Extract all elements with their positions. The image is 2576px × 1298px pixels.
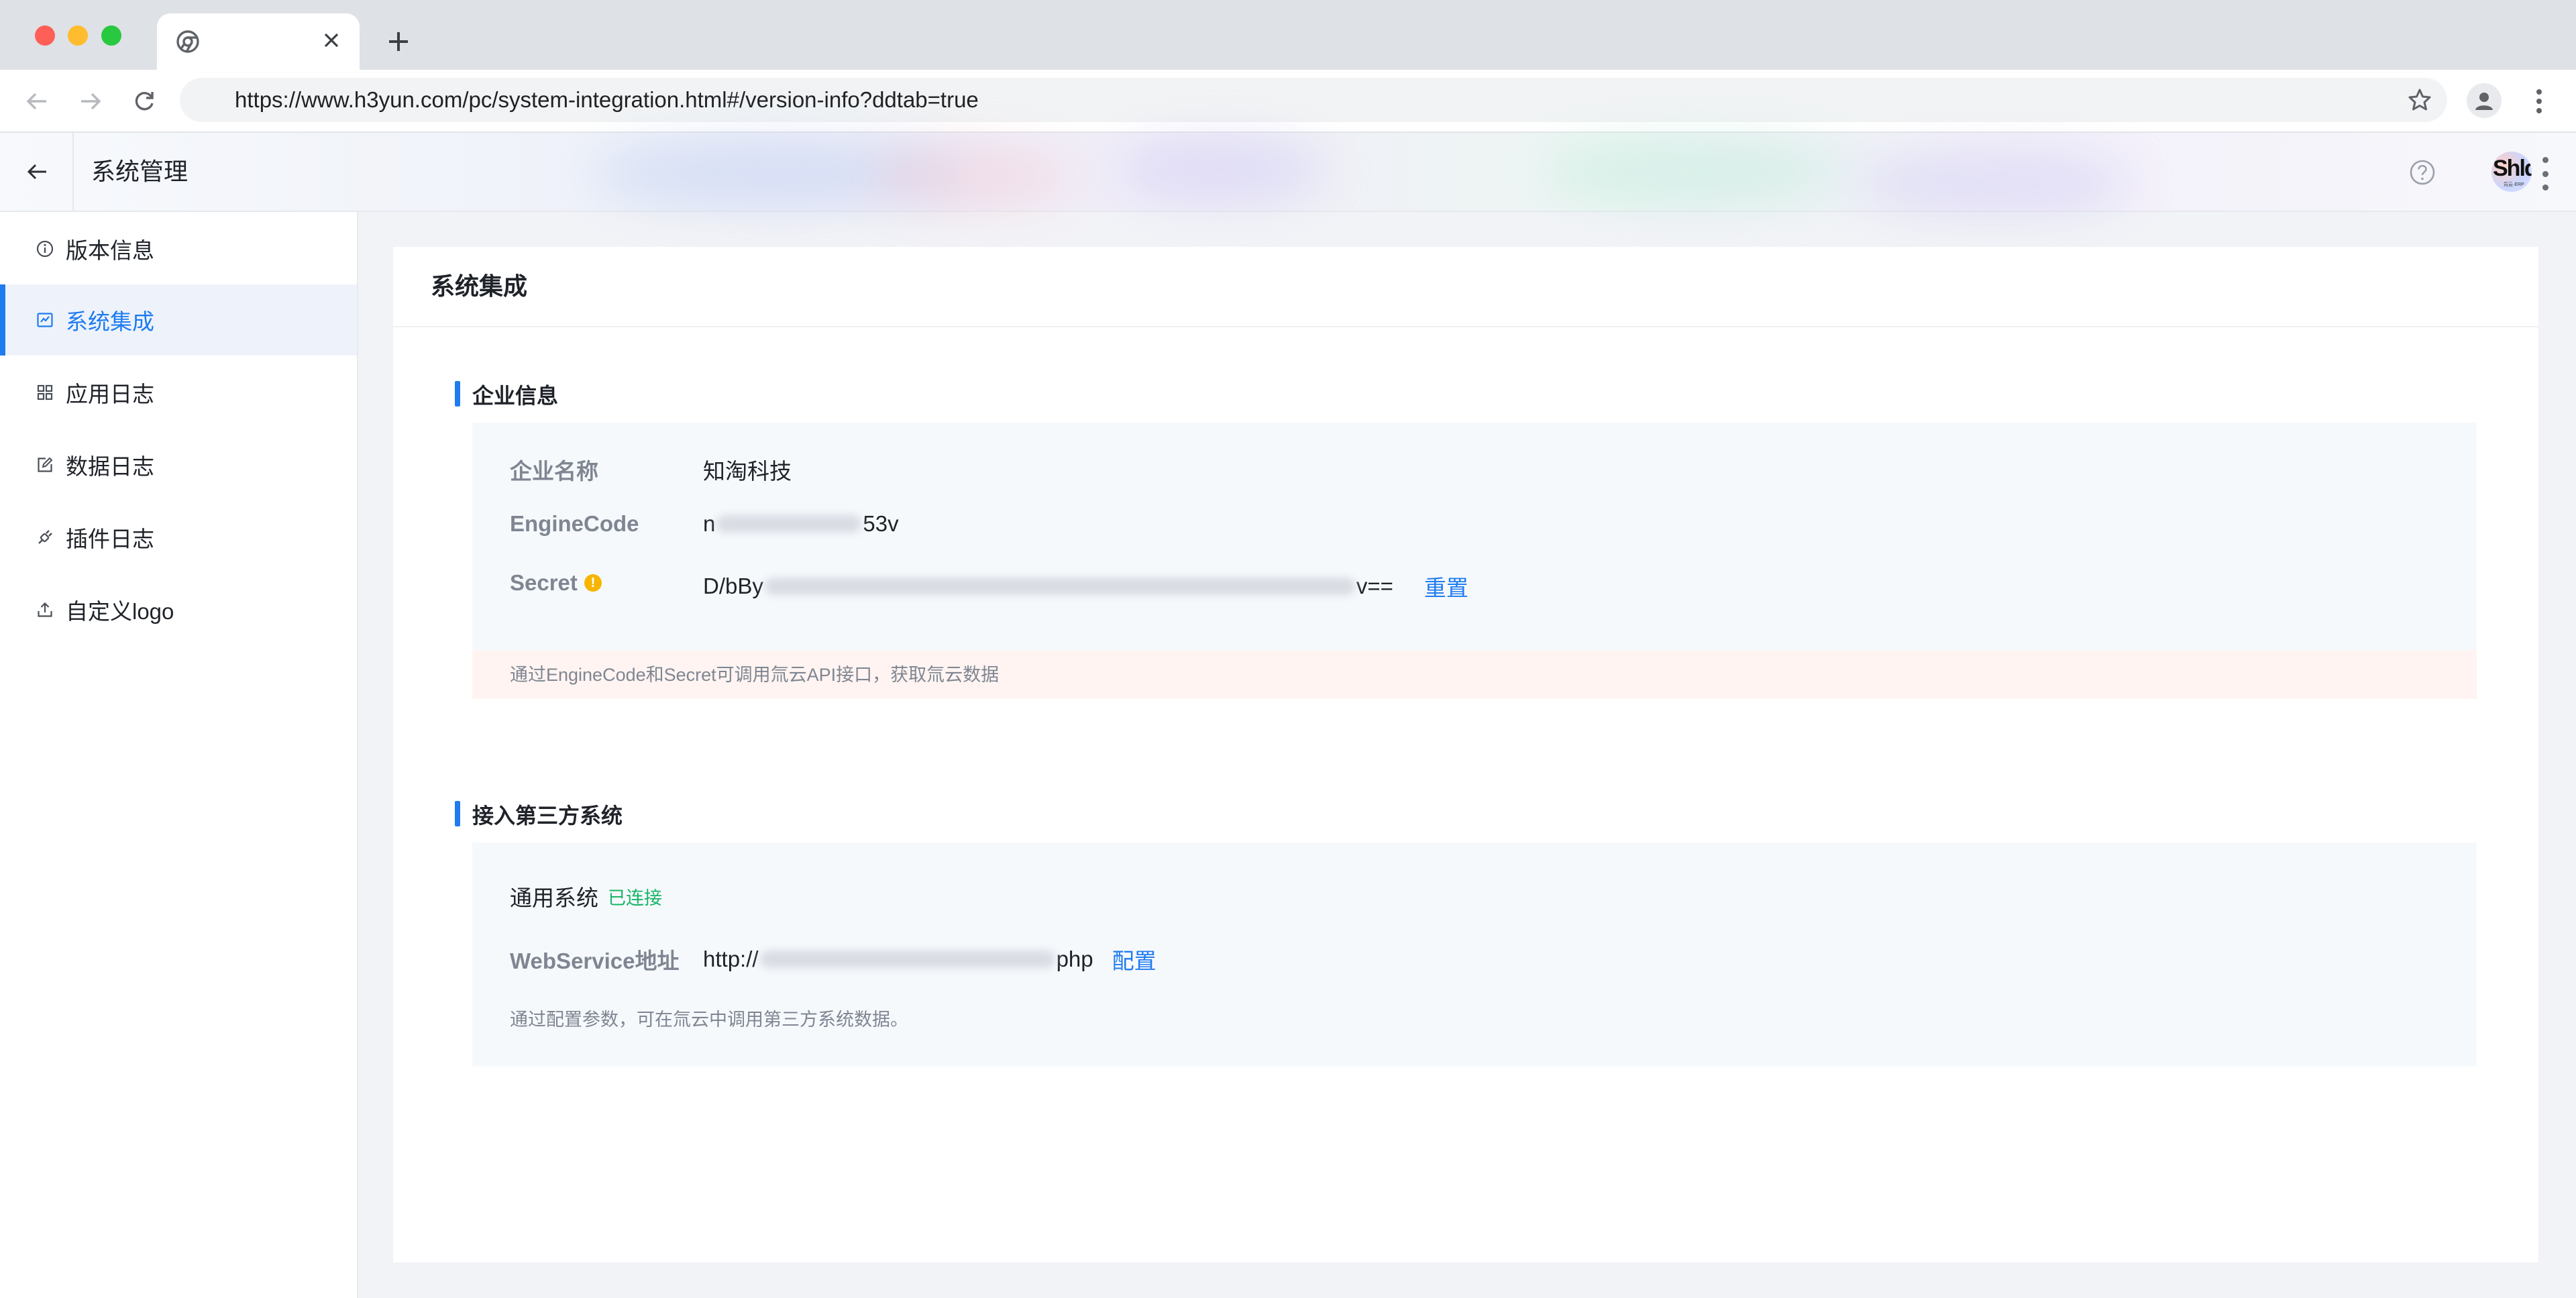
status-badge: 已连接: [608, 887, 662, 908]
page-title: 系统管理: [91, 158, 189, 185]
avatar-text: Shld: [2493, 156, 2532, 181]
sidebar-item-data-log[interactable]: 数据日志: [0, 429, 357, 500]
browser-toolbar: https://www.h3yun.com/pc/system-integrat…: [0, 70, 2576, 133]
tab-close-icon[interactable]: [317, 25, 346, 55]
sidebar-item-label: 插件日志: [66, 527, 154, 551]
sidebar-item-system-integration[interactable]: 系统集成: [0, 284, 357, 356]
app-back-arrow-icon[interactable]: [20, 154, 55, 189]
profile-avatar-icon[interactable]: [2467, 83, 2502, 118]
secret-suffix: v==: [1356, 574, 1393, 598]
browser-tab-active[interactable]: [157, 13, 360, 70]
bookmark-star-icon[interactable]: [2406, 86, 2434, 114]
engine-code-prefix: n: [703, 511, 716, 536]
webservice-prefix: http://: [703, 947, 759, 971]
upload-icon: [35, 600, 55, 620]
warning-dot-icon[interactable]: !: [584, 574, 602, 592]
section-marker: [455, 801, 460, 826]
sidebar-item-label: 数据日志: [66, 454, 154, 479]
section-marker: [455, 381, 460, 407]
header-decoration: [1114, 140, 1328, 200]
sidebar-item-label: 系统集成: [66, 309, 154, 334]
secret-label-row: Secret !: [510, 570, 602, 596]
browser-tabstrip: [0, 0, 2576, 70]
reload-icon[interactable]: [127, 85, 161, 118]
header-divider: [72, 133, 74, 211]
header-decoration: [1851, 153, 2133, 213]
sidebar-item-label: 版本信息: [66, 238, 154, 263]
generic-system-label: 通用系统: [510, 885, 598, 910]
header-decoration: [872, 146, 1073, 207]
header-decoration: [1543, 140, 1851, 204]
card-title: 系统集成: [431, 272, 528, 300]
enterprise-name-value: 知淘科技: [703, 459, 792, 484]
sidebar-item-label: 应用日志: [66, 382, 154, 407]
section-title-enterprise: 企业信息: [472, 384, 559, 408]
section-title-third-party: 接入第三方系统: [472, 804, 623, 828]
engine-code-suffix: 53v: [863, 511, 899, 536]
grid-icon: [35, 382, 55, 402]
window-maximize-button[interactable]: [101, 25, 121, 46]
enterprise-info-panel: 企业名称 知淘科技 EngineCode n 53v Secret ! D/bB…: [472, 423, 2477, 699]
reset-secret-link[interactable]: 重置: [1424, 570, 1468, 602]
secret-prefix: D/bBy: [703, 574, 763, 598]
card-header: 系统集成: [393, 247, 2538, 327]
main-card: 系统集成 企业信息 企业名称 知淘科技 EngineCode n 53v Sec…: [393, 247, 2555, 1262]
app-more-menu-icon[interactable]: [2538, 157, 2552, 191]
engine-code-value: n 53v: [703, 511, 899, 537]
sidebar-item-app-log[interactable]: 应用日志: [0, 357, 357, 428]
sidebar-item-version-info[interactable]: 版本信息: [0, 213, 357, 284]
third-party-panel: 通用系统 已连接 WebService地址 http:// php 配置 通过配…: [472, 843, 2477, 1067]
engine-code-label: EngineCode: [510, 511, 639, 536]
avatar-subtext: 氚云·ERP: [2504, 182, 2524, 187]
integration-icon: [35, 310, 55, 330]
sidebar-item-plugin-log[interactable]: 插件日志: [0, 502, 357, 573]
app-header: 系统管理 Shld 氚云·ERP: [0, 133, 2576, 213]
sidebar-item-label: 自定义logo: [66, 599, 174, 624]
config-link[interactable]: 配置: [1112, 943, 1157, 975]
sidebar: 版本信息 系统集成 应用日志 数据日志 插件日志 自定义logo: [0, 212, 358, 1298]
secret-value: D/bBy v== 重置: [703, 570, 1468, 602]
card-gutter: [2538, 247, 2555, 326]
third-party-note: 通过配置参数，可在氚云中调用第三方系统数据。: [510, 1010, 908, 1030]
browser-menu-icon[interactable]: [2524, 85, 2555, 118]
address-bar[interactable]: https://www.h3yun.com/pc/system-integrat…: [180, 78, 2447, 122]
secret-masked: [764, 578, 1355, 595]
webservice-masked: [759, 951, 1055, 968]
enterprise-tip: 通过EngineCode和Secret可调用氚云API接口，获取氚云数据: [472, 651, 2477, 699]
sidebar-item-custom-logo[interactable]: 自定义logo: [0, 574, 357, 645]
forward-arrow-icon[interactable]: [74, 85, 107, 118]
window-minimize-button[interactable]: [68, 25, 88, 46]
back-arrow-icon[interactable]: [20, 85, 54, 118]
new-tab-plus-icon[interactable]: [380, 25, 417, 58]
address-url[interactable]: https://www.h3yun.com/pc/system-integrat…: [235, 78, 979, 122]
user-avatar[interactable]: Shld 氚云·ERP: [2491, 152, 2532, 192]
enterprise-tip-text: 通过EngineCode和Secret可调用氚云API接口，获取氚云数据: [510, 665, 1000, 685]
chrome-favicon-icon: [176, 30, 199, 53]
webservice-suffix: php: [1056, 947, 1093, 971]
help-question-icon[interactable]: [2408, 158, 2436, 186]
generic-system-row: 通用系统 已连接: [510, 880, 662, 912]
enterprise-name-label: 企业名称: [510, 459, 598, 484]
plugin-icon: [35, 527, 55, 547]
window-close-button[interactable]: [35, 25, 55, 46]
secret-label: Secret: [510, 570, 578, 595]
webservice-label: WebService地址: [510, 949, 680, 973]
engine-code-masked: [716, 515, 862, 533]
info-circle-icon: [35, 239, 55, 259]
webservice-value: http:// php 配置: [703, 943, 1157, 975]
edit-doc-icon: [35, 455, 55, 475]
